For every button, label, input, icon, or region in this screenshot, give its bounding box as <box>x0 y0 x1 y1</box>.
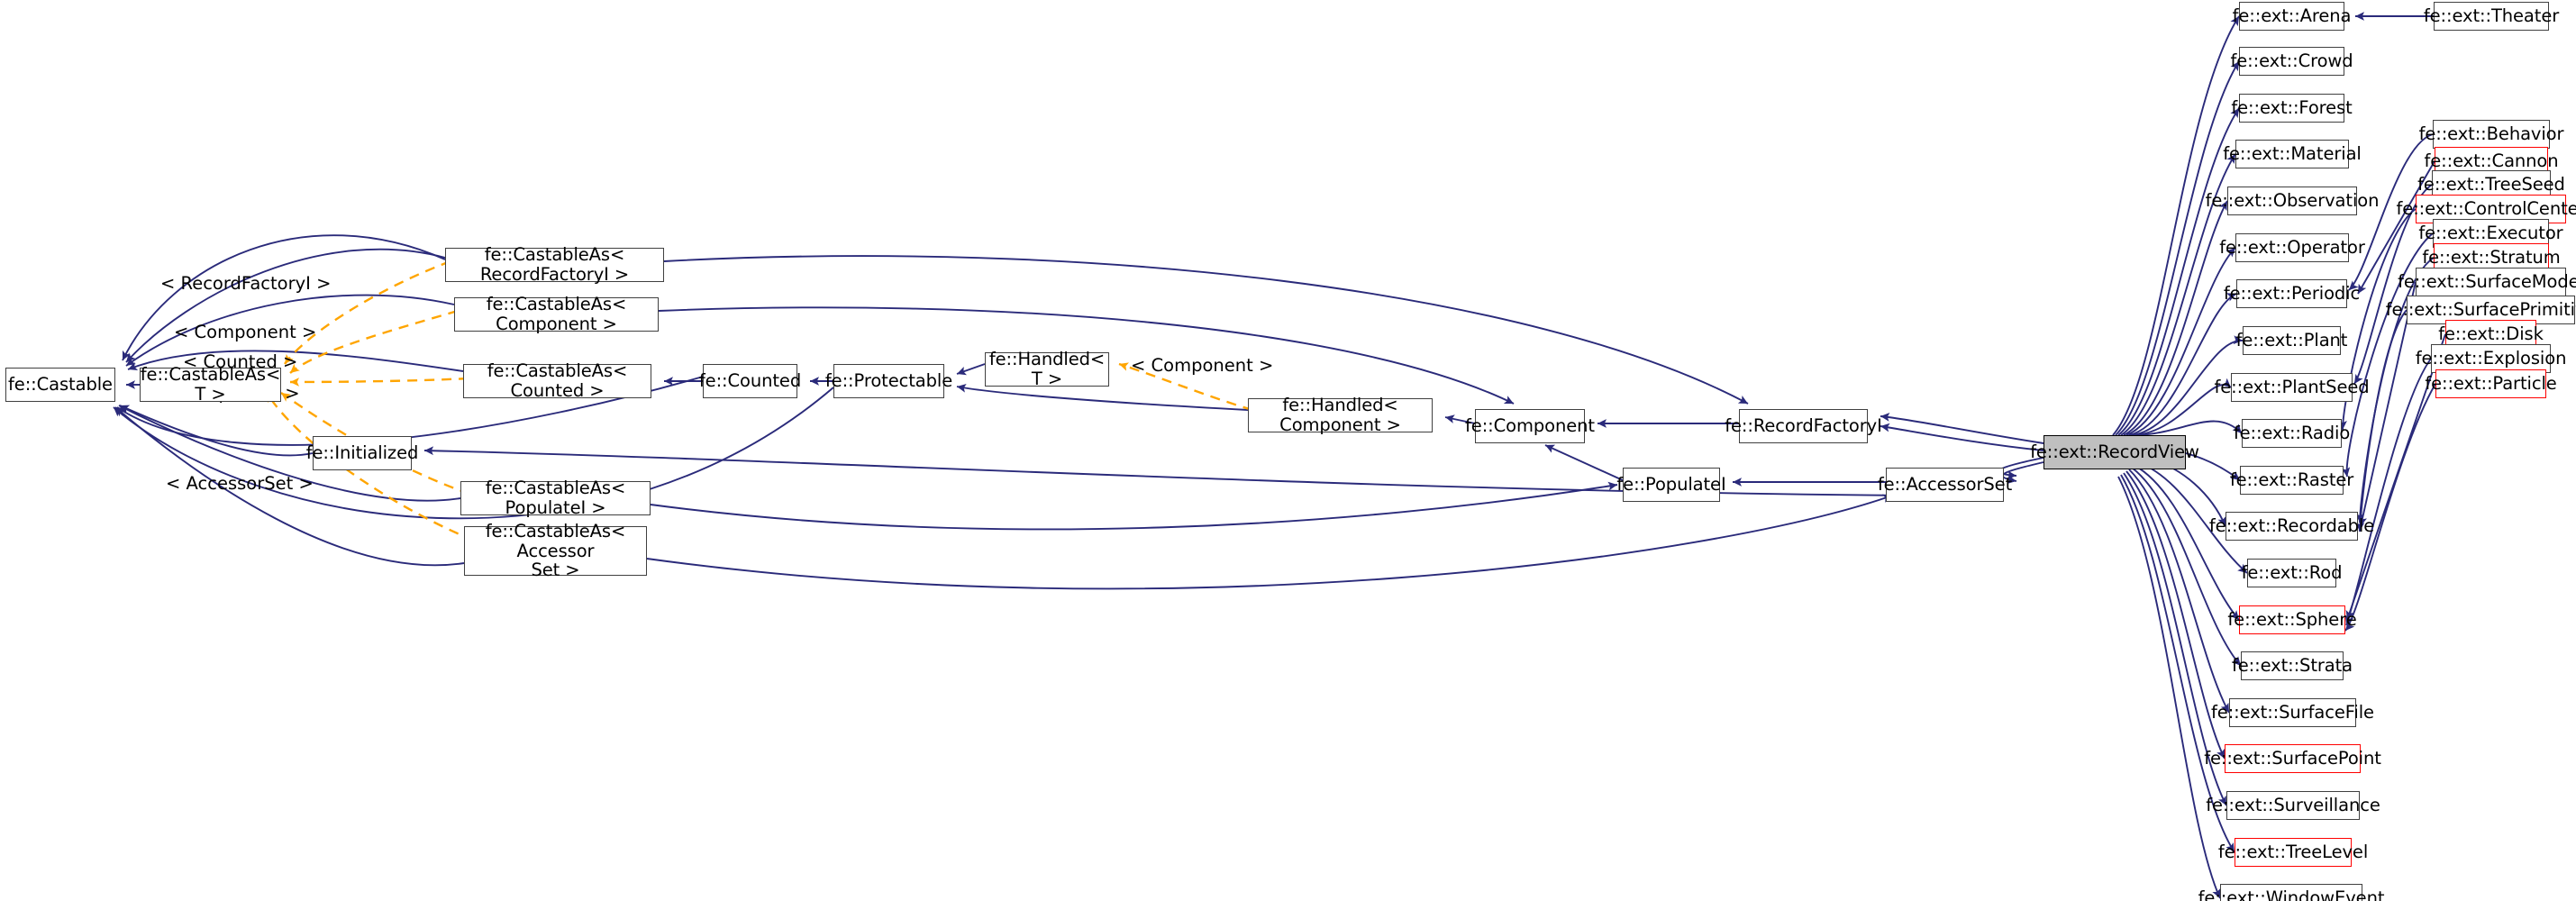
class-node-castable[interactable]: fe::Castable <box>5 368 115 402</box>
class-node-castableas_t[interactable]: fe::CastableAs< T > <box>140 365 281 404</box>
class-node-castableas_counted[interactable]: fe::CastableAs< Counted > <box>463 361 651 400</box>
class-node-operator[interactable]: fe::ext::Operator <box>2219 233 2365 262</box>
class-node-castableas_comp[interactable]: fe::CastableAs< Component > <box>454 295 659 333</box>
class-node-observation[interactable]: fe::ext::Observation <box>2206 187 2379 215</box>
class-node-material[interactable]: fe::ext::Material <box>2223 140 2362 168</box>
class-node-plantseed[interactable]: fe::ext::PlantSeed <box>2214 373 2370 402</box>
class-node-particle[interactable]: fe::ext::Particle <box>2425 369 2557 398</box>
class-node-raster[interactable]: fe::ext::Raster <box>2230 466 2353 495</box>
class-node-castableas_rfi[interactable]: fe::CastableAs< RecordFactoryI > <box>445 245 664 284</box>
class-node-behavior[interactable]: fe::ext::Behavior <box>2419 120 2564 149</box>
class-node-crowd[interactable]: fe::ext::Crowd <box>2230 47 2353 76</box>
class-node-castableas_accset[interactable]: fe::CastableAs< Accessor Set > <box>464 521 647 580</box>
class-node-component[interactable]: fe::Component <box>1465 409 1595 443</box>
class-node-protectable[interactable]: fe::Protectable <box>825 364 952 398</box>
class-node-handled_comp[interactable]: fe::Handled< Component > <box>1248 396 1433 434</box>
class-node-castableas_populatei[interactable]: fe::CastableAs< PopulateI > <box>460 478 651 517</box>
class-node-recordfactoryi[interactable]: fe::RecordFactoryI <box>1725 409 1882 443</box>
class-node-surfacemodel[interactable]: fe::ext::SurfaceModel <box>2398 268 2576 296</box>
class-node-arena[interactable]: fe::ext::Arena <box>2233 2 2352 31</box>
class-node-handled_t[interactable]: fe::Handled< T > <box>985 350 1109 388</box>
class-node-recordable[interactable]: fe::ext::Recordable <box>2209 512 2374 541</box>
class-node-treelevel[interactable]: fe::ext::TreeLevel <box>2218 838 2368 867</box>
class-node-windowevent[interactable]: fe::ext::WindowEvent <box>2198 884 2384 901</box>
class-node-surveillance[interactable]: fe::ext::Surveillance <box>2206 791 2380 820</box>
edge-label-lbl_recordfactoryi: < RecordFactoryI > <box>160 273 332 294</box>
class-node-surfacepoint[interactable]: fe::ext::SurfacePoint <box>2204 744 2381 773</box>
edge-label-lbl_component2: < Component > <box>1131 355 1274 376</box>
edge-label-lbl_component: < Component > <box>174 322 317 342</box>
class-node-rod[interactable]: fe::ext::Rod <box>2242 559 2342 587</box>
class-node-initialized[interactable]: fe::Initialized <box>306 436 418 470</box>
class-node-radio[interactable]: fe::ext::Radio <box>2234 419 2350 448</box>
class-node-accessorset[interactable]: fe::AccessorSet <box>1878 468 2012 502</box>
class-node-populatei[interactable]: fe::PopulateI <box>1616 468 1726 502</box>
class-node-sphere[interactable]: fe::ext::Sphere <box>2227 605 2357 634</box>
class-node-periodic[interactable]: fe::ext::Periodic <box>2224 279 2360 308</box>
class-node-plant[interactable]: fe::ext::Plant <box>2236 326 2347 355</box>
inheritance-diagram: fe::Castable fe::CastableAs< T >fe::Initi… <box>0 0 2576 901</box>
class-node-counted[interactable]: fe::Counted <box>699 364 801 398</box>
class-node-strata[interactable]: fe::ext::Strata <box>2232 651 2353 680</box>
edge-label-lbl_accessorset: < AccessorSet > <box>166 473 314 494</box>
class-node-theater[interactable]: fe::ext::Theater <box>2424 2 2559 31</box>
class-node-forest[interactable]: fe::ext::Forest <box>2231 94 2353 123</box>
class-node-recordview[interactable]: fe::ext::RecordView <box>2030 435 2199 469</box>
class-node-surfacefile[interactable]: fe::ext::SurfaceFile <box>2211 698 2374 727</box>
